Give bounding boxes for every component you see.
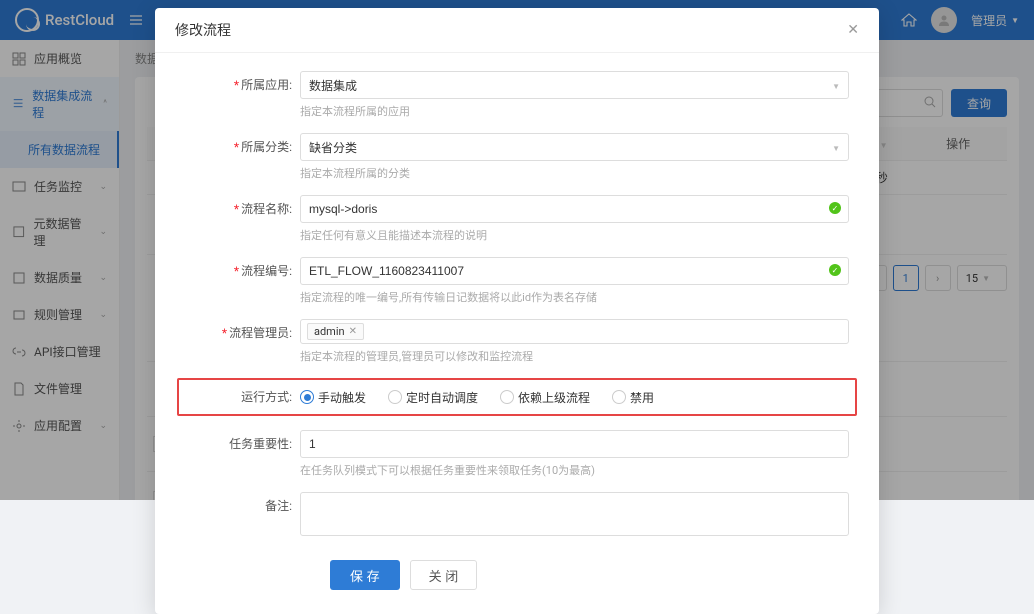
radio-icon	[612, 390, 626, 404]
label-code: *流程编号:	[185, 257, 300, 285]
code-input[interactable]	[300, 257, 849, 285]
modal-dialog: 修改流程 ✕ *所属应用: 数据集成▼ 指定本流程所属的应用 *所属分类: 缺	[155, 8, 879, 614]
radio-manual[interactable]: 手动触发	[300, 389, 366, 406]
hint-category: 指定本流程所属的分类	[300, 165, 849, 181]
radio-icon	[500, 390, 514, 404]
label-name: *流程名称:	[185, 195, 300, 223]
radio-depend[interactable]: 依赖上级流程	[500, 389, 590, 406]
priority-input[interactable]	[300, 430, 849, 458]
label-admin: *流程管理员:	[185, 319, 300, 347]
hint-app: 指定本流程所属的应用	[300, 103, 849, 119]
hint-priority: 在任务队列模式下可以根据任务重要性来领取任务(10为最高)	[300, 462, 849, 478]
app-select[interactable]: 数据集成▼	[300, 71, 849, 99]
highlight-frame: 运行方式: 手动触发 定时自动调度 依赖上级流程 禁用	[177, 378, 857, 416]
label-category: *所属分类:	[185, 133, 300, 161]
label-remark: 备注:	[185, 492, 300, 520]
radio-icon	[300, 390, 314, 404]
name-input[interactable]	[300, 195, 849, 223]
category-select[interactable]: 缺省分类▼	[300, 133, 849, 161]
save-button[interactable]: 保 存	[330, 560, 400, 590]
remark-textarea[interactable]	[300, 492, 849, 536]
chevron-down-icon: ▼	[832, 144, 840, 153]
modal-title: 修改流程	[175, 20, 231, 40]
radio-disabled[interactable]: 禁用	[612, 389, 654, 406]
hint-code: 指定流程的唯一编号,所有传输日记数据将以此id作为表名存储	[300, 289, 849, 305]
label-app: *所属应用:	[185, 71, 300, 99]
check-icon: ✓	[829, 202, 841, 214]
check-icon: ✓	[829, 264, 841, 276]
radio-icon	[388, 390, 402, 404]
admin-tag: admin✕	[307, 323, 364, 340]
modal-mask[interactable]: 修改流程 ✕ *所属应用: 数据集成▼ 指定本流程所属的应用 *所属分类: 缺	[0, 0, 1034, 500]
chevron-down-icon: ▼	[832, 82, 840, 91]
remove-tag-icon[interactable]: ✕	[349, 326, 357, 337]
hint-name: 指定任何有意义且能描述本流程的说明	[300, 227, 849, 243]
close-button[interactable]: 关 闭	[410, 560, 478, 590]
close-icon[interactable]: ✕	[847, 22, 859, 38]
admin-select[interactable]: admin✕	[300, 319, 849, 344]
label-mode: 运行方式:	[185, 383, 300, 411]
radio-schedule[interactable]: 定时自动调度	[388, 389, 478, 406]
hint-admin: 指定本流程的管理员,管理员可以修改和监控流程	[300, 348, 849, 364]
label-priority: 任务重要性:	[185, 430, 300, 458]
